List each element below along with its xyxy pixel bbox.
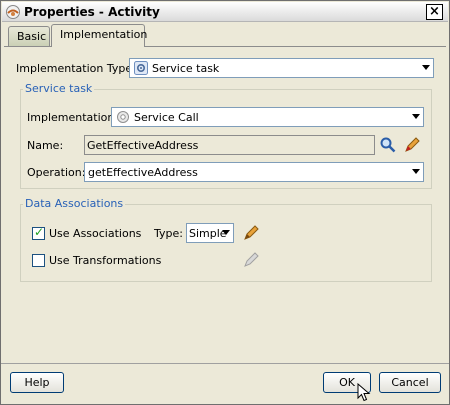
- ok-button-label: OK: [339, 376, 355, 389]
- tab-implementation[interactable]: Implementation: [51, 24, 148, 47]
- implementation-type-select[interactable]: Service task: [129, 58, 434, 78]
- close-icon: ×: [429, 4, 440, 19]
- chevron-down-icon: [422, 65, 430, 70]
- gear-icon: [117, 111, 129, 123]
- window-title: Properties - Activity: [24, 5, 160, 19]
- operation-label: Operation:: [27, 166, 86, 179]
- implementation-type-label: Implementation Type:: [16, 62, 136, 75]
- name-value: GetEffectiveAddress: [87, 139, 199, 152]
- use-associations-label: Use Associations: [49, 227, 142, 240]
- chevron-down-icon: [222, 230, 230, 235]
- implementation-type-value: Service task: [152, 62, 220, 75]
- tab-basic-label: Basic: [17, 30, 47, 43]
- properties-dialog: Properties - Activity × Basic Implementa…: [0, 0, 450, 405]
- mouse-cursor-icon: [357, 383, 371, 402]
- service-task-group-title: Service task: [23, 82, 95, 95]
- use-transformations-checkbox[interactable]: [32, 254, 45, 267]
- type-select[interactable]: Simple: [186, 223, 234, 243]
- button-separator: [1, 363, 449, 364]
- data-associations-group: [20, 204, 432, 282]
- name-label: Name:: [27, 139, 64, 152]
- tab-basic[interactable]: Basic: [8, 26, 50, 47]
- checkmark-icon: ✓: [34, 225, 45, 239]
- pencil-icon[interactable]: [403, 136, 421, 154]
- name-field[interactable]: GetEffectiveAddress: [84, 135, 375, 155]
- tab-implementation-label: Implementation: [60, 28, 148, 41]
- use-transformations-label: Use Transformations: [49, 254, 162, 267]
- type-label: Type:: [154, 227, 183, 240]
- edit-pencil-icon[interactable]: [242, 224, 260, 242]
- gear-icon: [134, 61, 148, 75]
- title-bar[interactable]: Properties - Activity ×: [2, 2, 448, 22]
- use-associations-checkbox[interactable]: ✓: [32, 225, 45, 240]
- search-icon[interactable]: [379, 136, 397, 154]
- cancel-button[interactable]: Cancel: [379, 372, 441, 393]
- implementation-select[interactable]: Service Call: [111, 107, 424, 127]
- data-associations-group-title: Data Associations: [23, 197, 126, 210]
- implementation-label: Implementation:: [27, 111, 119, 124]
- disabled-pencil-icon: [244, 252, 259, 267]
- help-button-label: Help: [24, 376, 50, 389]
- operation-select[interactable]: getEffectiveAddress: [84, 162, 424, 182]
- app-icon: [6, 5, 20, 19]
- chevron-down-icon: [412, 169, 420, 174]
- help-button[interactable]: Help: [10, 372, 64, 393]
- close-button[interactable]: ×: [426, 4, 443, 20]
- type-value: Simple: [189, 227, 227, 240]
- chevron-down-icon: [412, 114, 420, 119]
- operation-value: getEffectiveAddress: [88, 166, 198, 179]
- cancel-button-label: Cancel: [391, 376, 429, 389]
- implementation-value: Service Call: [134, 111, 199, 124]
